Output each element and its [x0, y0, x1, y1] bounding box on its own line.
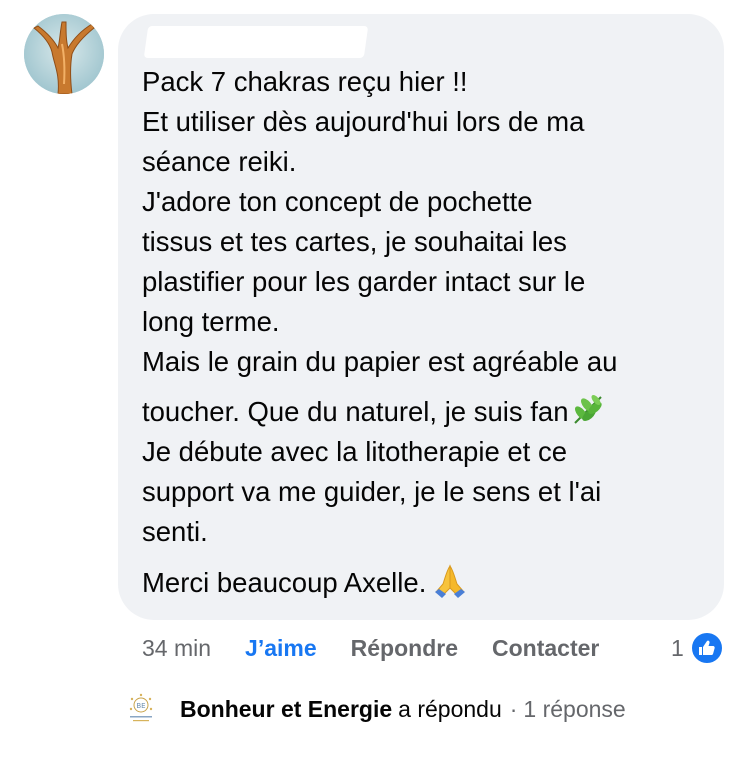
- comment-line: tissus et tes cartes, je souhaitai les: [142, 226, 567, 257]
- replied-text: a répondu: [398, 695, 502, 722]
- comment-line: support va me guider, je le sens et l'ai: [142, 476, 602, 507]
- comment-line-with-emoji: toucher. Que du naturel, je suis fan: [142, 392, 712, 432]
- comment-line: séance reiki.: [142, 146, 297, 177]
- comment-line: Et utiliser dès aujourd'hui lors de ma: [142, 106, 585, 137]
- contact-button[interactable]: Contacter: [492, 635, 599, 662]
- comment-bubble: Pack 7 chakras reçu hier !! Et utiliser …: [118, 14, 724, 620]
- tree-figure-icon: [24, 14, 104, 94]
- reaction-count: 1: [671, 634, 684, 661]
- comment-line: Mais le grain du papier est agréable au: [142, 346, 618, 377]
- reaction-summary[interactable]: 1: [671, 631, 724, 665]
- reply-button[interactable]: Répondre: [351, 635, 458, 662]
- comment-line: J'adore ton concept de pochette: [142, 186, 533, 217]
- thumbs-up-icon: [689, 631, 724, 665]
- comment-line: plastifier pour les garder intact sur le: [142, 266, 586, 297]
- comment-text: Pack 7 chakras reçu hier !! Et utiliser …: [142, 62, 712, 603]
- folded-hands-emoji-icon: [432, 562, 468, 600]
- comment-line-with-emoji: Merci beaucoup Axelle.: [142, 562, 712, 603]
- redacted-author-name: [143, 26, 369, 58]
- separator-dot: ·: [509, 695, 518, 722]
- comment-line: toucher. Que du naturel, je suis fan: [142, 396, 569, 427]
- page-name[interactable]: Bonheur et Energie: [180, 696, 392, 723]
- comment-line: Merci beaucoup Axelle.: [142, 567, 427, 598]
- comment-timestamp[interactable]: 34 min: [142, 635, 211, 662]
- commenter-avatar[interactable]: [24, 14, 104, 94]
- comment-line: Pack 7 chakras reçu hier !!: [142, 66, 468, 97]
- herb-emoji-icon: [571, 393, 605, 427]
- comment-line: long terme.: [142, 306, 280, 337]
- comment-line: senti.: [142, 516, 208, 547]
- comment-line: Je débute avec la litotherapie et ce: [142, 436, 568, 467]
- replies-summary[interactable]: BE Bonheur et Energie a répondu · 1 répo…: [120, 686, 626, 732]
- comment-actions: 34 min J’aime Répondre Contacter: [142, 630, 599, 666]
- like-button[interactable]: J’aime: [245, 635, 317, 662]
- page-logo-icon: BE: [120, 688, 162, 730]
- reply-count[interactable]: 1 réponse: [523, 696, 625, 723]
- svg-text:BE: BE: [136, 702, 145, 710]
